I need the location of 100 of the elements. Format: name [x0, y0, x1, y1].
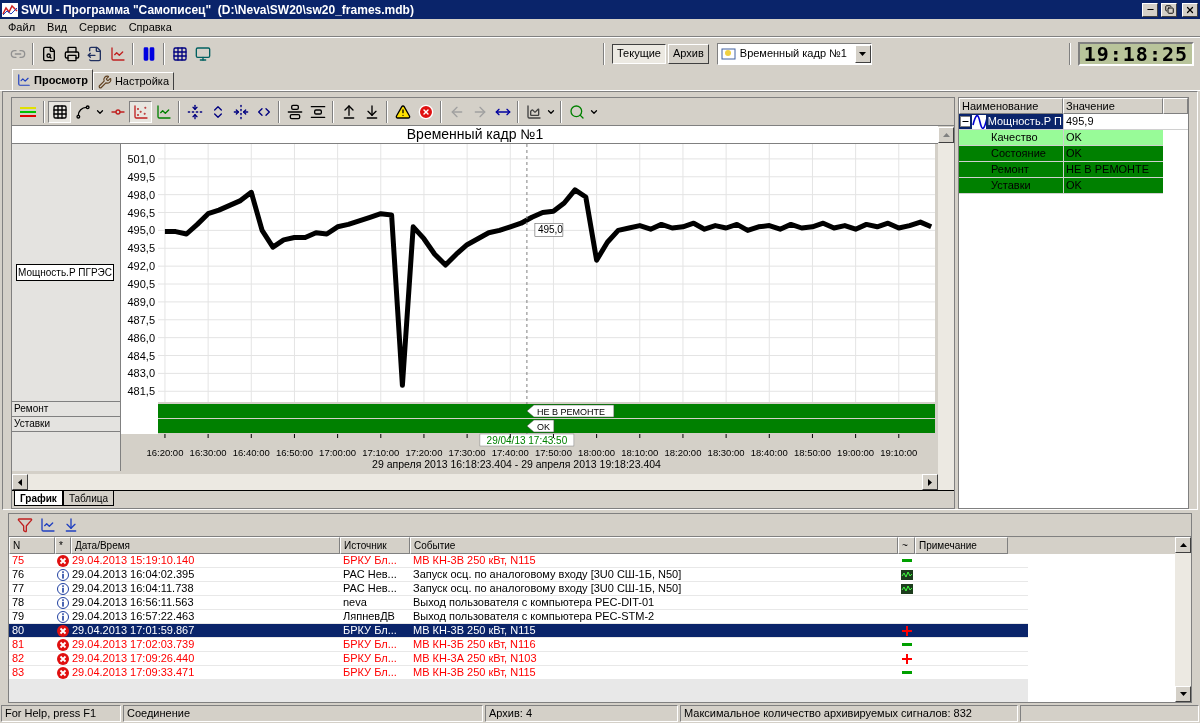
minus-icon	[901, 642, 912, 647]
tab[interactable]: График	[14, 491, 63, 506]
table-cell-text: БРКУ Бл...	[342, 666, 398, 679]
oscillogram-icon	[900, 583, 913, 594]
status-name: Уставки	[990, 178, 1032, 193]
mode-button[interactable]: Архив	[667, 43, 709, 64]
column-header[interactable]: Источник	[340, 537, 410, 554]
status-value: НЕ В РЕМОНТЕ	[1063, 162, 1163, 177]
right-arrow-icon[interactable]	[928, 478, 932, 486]
x-tick-label: 17:00:00	[319, 447, 357, 458]
x-tick-label: 18:50:00	[793, 447, 831, 458]
band-label: Уставки	[12, 417, 120, 432]
x-tick-label: 17:50:00	[534, 447, 572, 458]
event-row[interactable]: 80 29.04.2013 17:01:59.867 БРКУ Бл... МВ КН-3В 250 кВт, N115	[9, 624, 1028, 638]
y-tick-label: 495,0	[127, 224, 155, 237]
menu-item[interactable]: Справка	[122, 19, 178, 36]
signal-label[interactable]: Мощность.Р ПГРЭС	[16, 264, 114, 281]
left-arrow-icon[interactable]	[18, 478, 22, 486]
x-tick-label: 17:30:00	[448, 447, 486, 458]
table-cell-text: 29.04.2013 15:19:10.140	[71, 554, 196, 567]
table-cell-text: 79	[11, 610, 26, 623]
y-tick-label: 499,5	[127, 170, 155, 183]
grid-icon[interactable]	[48, 100, 71, 123]
tab[interactable]: Просмотр	[12, 69, 93, 90]
y-tick-label: 498,0	[127, 188, 155, 201]
event-row[interactable]: 81 29.04.2013 17:02:03.739 БРКУ Бл... МВ КН-3Б 250 кВт, N116	[9, 638, 1028, 652]
table-cell-text: 29.04.2013 17:01:59.867	[71, 624, 196, 637]
event-row[interactable]: 77 29.04.2013 16:04:11.738 РАС Нев... Запуск осц. по аналоговому входу [3U0 СШ-1Б, N50]	[9, 582, 1028, 596]
column-header[interactable]: *	[55, 537, 71, 554]
table-cell-text: БРКУ Бл...	[342, 554, 398, 567]
table-cell-text: 83	[11, 666, 26, 679]
table-cell-text: neva	[342, 596, 368, 609]
vertical-scrollbar[interactable]	[1175, 537, 1191, 702]
event-row[interactable]: 82 29.04.2013 17:09:26.440 БРКУ Бл... МВ КН-3А 250 кВт, N103	[9, 652, 1028, 666]
menu-item[interactable]: Вид	[41, 19, 73, 36]
x-tick-label: 18:10:00	[621, 447, 659, 458]
event-row[interactable]: 78 29.04.2013 16:56:11.563 neva Выход пользователя с компьютера PEC-DIT-01	[9, 596, 1028, 610]
x-tick-label: 18:00:00	[578, 447, 616, 458]
table-cell-text: Выход пользователя с компьютера PEC-STM-2	[412, 610, 656, 623]
cursor-value-label: 495,0	[534, 223, 564, 237]
chart-icon	[17, 73, 31, 87]
error-icon	[57, 624, 69, 637]
collapse-icon[interactable]	[960, 116, 970, 127]
info-icon	[57, 568, 69, 581]
info-icon	[57, 610, 69, 623]
close-button[interactable]	[1182, 2, 1198, 17]
error-icon	[57, 652, 69, 665]
table-cell-text: 29.04.2013 16:04:02.395	[71, 568, 196, 581]
table-cell-text: 29.04.2013 16:57:22.463	[71, 610, 196, 623]
table-cell-text: Запуск осц. по аналоговому входу [3U0 СШ-1Б, N50]	[412, 568, 683, 581]
y-tick-label: 501,0	[127, 152, 155, 165]
signal-value-cell: 495,9	[1063, 114, 1163, 129]
legend-lines-icon[interactable]	[20, 105, 36, 118]
table-cell-text: 29.04.2013 17:09:26.440	[71, 652, 196, 665]
up-arrow-icon[interactable]	[1179, 543, 1187, 547]
minus-icon	[901, 558, 912, 563]
minimize-button[interactable]	[1142, 2, 1158, 17]
x-tick-label: 16:30:00	[189, 447, 227, 458]
event-row[interactable]: 75 29.04.2013 15:19:10.140 БРКУ Бл... МВ КН-3В 250 кВт, N115	[9, 554, 1028, 568]
table-cell-text: 29.04.2013 17:02:03.739	[71, 638, 196, 651]
status-panel: Максимальное количество архивируемых сигналов: 832	[680, 704, 1018, 722]
column-header[interactable]: N	[9, 537, 55, 554]
plus-icon	[901, 625, 912, 636]
column-header[interactable]: Значение	[1063, 98, 1163, 114]
y-tick-label: 489,0	[127, 295, 155, 308]
menu-item[interactable]: Сервис	[72, 19, 123, 36]
tab[interactable]: Таблица	[62, 491, 115, 506]
signal-name-cell[interactable]: Мощность.Р П	[959, 114, 1063, 129]
column-header[interactable]: Дата/Время	[71, 537, 340, 554]
table-cell-text: 29.04.2013 17:09:33.471	[71, 666, 196, 679]
frame-select[interactable]: Временный кадр №1	[716, 42, 872, 65]
column-header[interactable]: ~	[898, 537, 915, 554]
status-panel: Архив: 4	[485, 704, 678, 722]
info-icon	[57, 596, 69, 609]
tab[interactable]: Настройка	[92, 72, 175, 90]
vertical-scrollbar[interactable]	[938, 127, 954, 474]
menu-item[interactable]: Файл	[2, 19, 42, 36]
status-name: Качество	[990, 130, 1039, 145]
column-header[interactable]: Примечание	[915, 537, 1008, 554]
table-cell-text: 78	[11, 596, 26, 609]
down-arrow-icon[interactable]	[1179, 692, 1187, 696]
table-cell-text: 76	[11, 568, 26, 581]
column-header[interactable]: Наименование	[959, 98, 1063, 114]
mode-button[interactable]: Текущие	[612, 43, 666, 64]
y-tick-label: 487,5	[127, 313, 155, 326]
close-icon	[1185, 4, 1195, 15]
frame-icon	[720, 46, 737, 61]
oscillogram-icon	[900, 569, 913, 580]
table-cell-text: 29.04.2013 16:04:11.738	[71, 582, 195, 595]
restore-button[interactable]	[1161, 2, 1177, 17]
error-icon	[57, 638, 69, 651]
column-header[interactable]: Событие	[410, 537, 898, 554]
table-cell-text: МВ КН-3В 250 кВт, N115	[412, 666, 537, 679]
y-tick-label: 493,5	[127, 242, 155, 255]
table-cell-text: 80	[11, 624, 26, 637]
event-row[interactable]: 76 29.04.2013 16:04:02.395 РАС Нев... Запуск осц. по аналоговому входу [3U0 СШ-1Б, N50]	[9, 568, 1028, 582]
horizontal-scrollbar[interactable]	[12, 474, 954, 490]
scatter-chart-icon[interactable]	[129, 100, 152, 123]
x-tick-label: 16:20:00	[146, 447, 184, 458]
x-tick-label: 18:30:00	[707, 447, 745, 458]
